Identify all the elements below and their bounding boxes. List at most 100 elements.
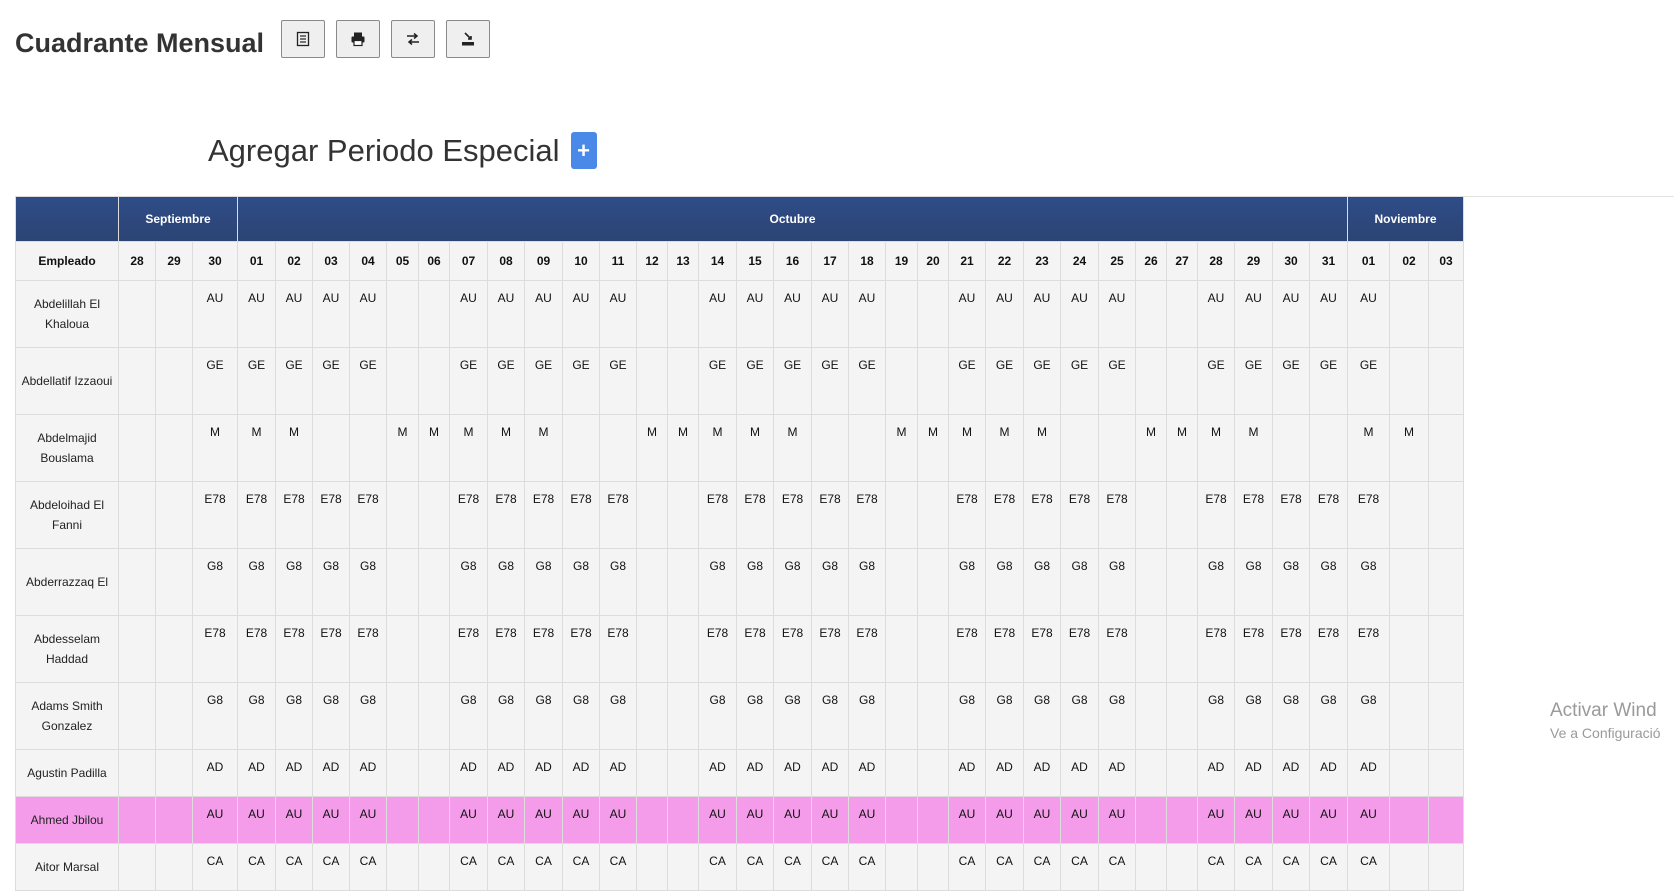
shift-cell[interactable] bbox=[667, 347, 699, 415]
shift-cell[interactable] bbox=[1166, 682, 1198, 750]
print-button[interactable] bbox=[336, 20, 381, 58]
shift-cell[interactable]: G8 bbox=[1023, 682, 1061, 750]
shift-cell[interactable] bbox=[667, 796, 699, 844]
shift-cell[interactable]: AU bbox=[1023, 796, 1061, 844]
shift-cell[interactable] bbox=[1389, 280, 1429, 348]
shift-cell[interactable]: E78 bbox=[1272, 615, 1310, 683]
shift-cell[interactable]: GE bbox=[599, 347, 637, 415]
employee-row[interactable]: Abdesselam Haddad E78 E78 E78 E78 E78 E78 E78 E7… bbox=[15, 615, 1464, 683]
shift-cell[interactable]: GE bbox=[848, 347, 886, 415]
shift-cell[interactable]: AU bbox=[811, 796, 849, 844]
shift-cell[interactable] bbox=[155, 749, 193, 797]
shift-cell[interactable] bbox=[155, 682, 193, 750]
shift-cell[interactable] bbox=[917, 682, 949, 750]
shift-cell[interactable]: AD bbox=[736, 749, 774, 797]
shift-cell[interactable]: AU bbox=[562, 280, 600, 348]
shift-cell[interactable]: G8 bbox=[1098, 682, 1136, 750]
shift-cell[interactable]: M bbox=[636, 414, 668, 482]
shift-cell[interactable]: M bbox=[449, 414, 488, 482]
shift-cell[interactable]: G8 bbox=[1234, 682, 1273, 750]
shift-cell[interactable] bbox=[667, 615, 699, 683]
shift-cell[interactable]: AU bbox=[312, 280, 350, 348]
shift-cell[interactable] bbox=[636, 347, 668, 415]
shift-cell[interactable]: CA bbox=[1309, 843, 1348, 891]
shift-cell[interactable]: E78 bbox=[1234, 481, 1273, 549]
shift-cell[interactable]: AU bbox=[1060, 280, 1099, 348]
shift-cell[interactable]: M bbox=[275, 414, 313, 482]
employee-name[interactable]: Agustin Padilla bbox=[15, 749, 119, 797]
shift-cell[interactable] bbox=[885, 615, 918, 683]
shift-cell[interactable] bbox=[917, 280, 949, 348]
shift-cell[interactable]: CA bbox=[985, 843, 1024, 891]
shift-cell[interactable]: E78 bbox=[1347, 481, 1390, 549]
shift-cell[interactable] bbox=[1389, 548, 1429, 616]
shift-cell[interactable]: G8 bbox=[449, 548, 488, 616]
shift-cell[interactable] bbox=[1166, 843, 1198, 891]
shift-cell[interactable] bbox=[1060, 414, 1099, 482]
shift-cell[interactable]: E78 bbox=[449, 615, 488, 683]
shift-cell[interactable] bbox=[1428, 548, 1464, 616]
shift-cell[interactable]: AU bbox=[1272, 280, 1310, 348]
add-special-period-button[interactable]: + bbox=[570, 132, 597, 169]
shift-cell[interactable]: M bbox=[386, 414, 419, 482]
shift-cell[interactable]: AD bbox=[275, 749, 313, 797]
shift-cell[interactable] bbox=[1166, 548, 1198, 616]
shift-cell[interactable]: E78 bbox=[811, 481, 849, 549]
employee-row[interactable]: Ahmed Jbilou AU AU AU AU AU AU AU AU AU AU AU AU AU AU… bbox=[15, 796, 1464, 844]
shift-cell[interactable] bbox=[386, 796, 419, 844]
shift-cell[interactable]: CA bbox=[773, 843, 812, 891]
shift-cell[interactable] bbox=[386, 843, 419, 891]
shift-cell[interactable]: M bbox=[985, 414, 1024, 482]
shift-cell[interactable]: E78 bbox=[985, 481, 1024, 549]
employee-name[interactable]: Adams Smith Gonzalez bbox=[15, 682, 119, 750]
shift-cell[interactable]: E78 bbox=[449, 481, 488, 549]
shift-cell[interactable]: AD bbox=[1234, 749, 1273, 797]
shift-cell[interactable] bbox=[418, 548, 450, 616]
shift-cell[interactable]: G8 bbox=[1309, 682, 1348, 750]
shift-cell[interactable]: E78 bbox=[848, 615, 886, 683]
shift-cell[interactable] bbox=[917, 347, 949, 415]
shift-cell[interactable]: AU bbox=[524, 796, 563, 844]
shift-cell[interactable]: AU bbox=[1023, 280, 1061, 348]
shift-cell[interactable] bbox=[118, 481, 156, 549]
shift-cell[interactable]: AD bbox=[562, 749, 600, 797]
shift-cell[interactable]: M bbox=[1234, 414, 1273, 482]
shift-cell[interactable] bbox=[1098, 414, 1136, 482]
shift-cell[interactable]: E78 bbox=[1197, 481, 1235, 549]
shift-cell[interactable]: CA bbox=[1098, 843, 1136, 891]
shift-cell[interactable]: AU bbox=[449, 280, 488, 348]
employee-row[interactable]: Abdellatif Izzaoui GE GE GE GE GE GE GE GE GE GE GE… bbox=[15, 347, 1464, 415]
shift-cell[interactable]: M bbox=[1166, 414, 1198, 482]
shift-cell[interactable]: CA bbox=[487, 843, 525, 891]
shift-cell[interactable]: AU bbox=[948, 796, 986, 844]
shift-cell[interactable] bbox=[1166, 796, 1198, 844]
shift-cell[interactable]: E78 bbox=[562, 481, 600, 549]
shift-cell[interactable] bbox=[155, 843, 193, 891]
shift-cell[interactable]: G8 bbox=[1272, 548, 1310, 616]
shift-cell[interactable]: AD bbox=[848, 749, 886, 797]
shift-cell[interactable] bbox=[1135, 548, 1167, 616]
shift-cell[interactable] bbox=[1428, 414, 1464, 482]
shift-cell[interactable]: AU bbox=[1272, 796, 1310, 844]
shift-cell[interactable]: AU bbox=[1309, 796, 1348, 844]
shift-cell[interactable]: GE bbox=[1309, 347, 1348, 415]
shift-cell[interactable] bbox=[1166, 280, 1198, 348]
shift-cell[interactable] bbox=[636, 749, 668, 797]
shift-cell[interactable]: AU bbox=[312, 796, 350, 844]
shift-cell[interactable] bbox=[1428, 615, 1464, 683]
shift-cell[interactable]: G8 bbox=[773, 682, 812, 750]
shift-cell[interactable]: AU bbox=[599, 796, 637, 844]
shift-cell[interactable]: AU bbox=[487, 796, 525, 844]
shift-cell[interactable]: E78 bbox=[312, 615, 350, 683]
shift-cell[interactable]: G8 bbox=[848, 682, 886, 750]
shift-cell[interactable]: AU bbox=[848, 280, 886, 348]
shift-cell[interactable]: CA bbox=[524, 843, 563, 891]
shift-cell[interactable]: E78 bbox=[349, 481, 387, 549]
shift-cell[interactable] bbox=[1135, 280, 1167, 348]
shift-cell[interactable]: AD bbox=[1272, 749, 1310, 797]
shift-cell[interactable]: G8 bbox=[811, 548, 849, 616]
shift-cell[interactable]: GE bbox=[948, 347, 986, 415]
shift-cell[interactable]: AD bbox=[192, 749, 238, 797]
employee-row[interactable]: Abdelillah El Khaloua AU AU AU AU AU AU AU AU AU A… bbox=[15, 280, 1464, 348]
shift-cell[interactable]: GE bbox=[237, 347, 276, 415]
